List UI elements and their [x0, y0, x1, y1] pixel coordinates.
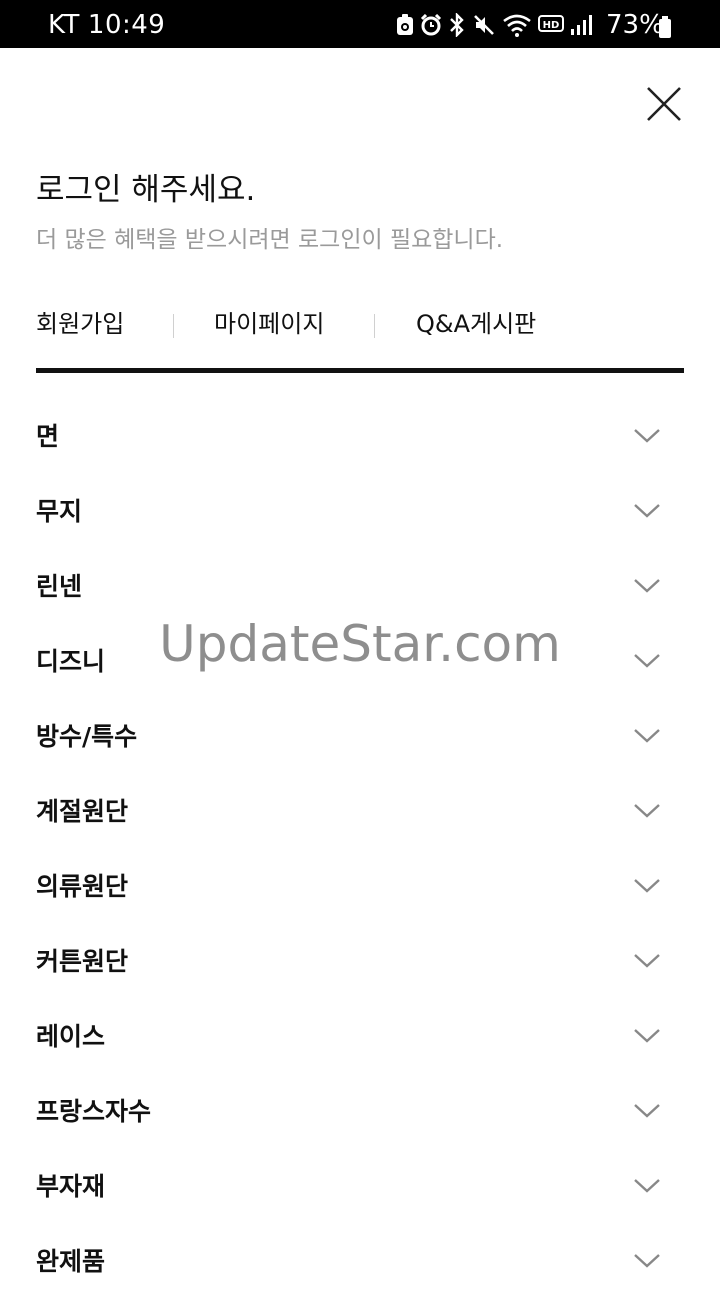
quick-link-separator: [173, 314, 174, 338]
chevron-down-icon[interactable]: [632, 501, 662, 521]
menu-item-lace[interactable]: 레이스: [0, 1000, 720, 1075]
menu-item-label: 부자재: [36, 1172, 106, 1201]
chevron-down-icon[interactable]: [632, 951, 662, 971]
login-prompt-subtitle: 더 많은 혜택을 받으시려면 로그인이 필요합니다.: [36, 227, 504, 253]
menu-item-label: 디즈니: [36, 647, 106, 676]
clock-time: 10:49: [87, 10, 166, 40]
menu-item-french-embroidery[interactable]: 프랑스자수: [0, 1075, 720, 1150]
bluetooth-icon: [448, 13, 466, 37]
menu-item-apparel[interactable]: 의류원단: [0, 850, 720, 925]
svg-text:HD: HD: [543, 20, 560, 31]
menu-item-linen[interactable]: 린넨: [0, 550, 720, 625]
mypage-link[interactable]: 마이페이지: [214, 306, 324, 342]
menu-item-label: 커튼원단: [36, 947, 129, 976]
alarm-icon: [420, 14, 442, 36]
chevron-down-icon[interactable]: [632, 801, 662, 821]
chevron-down-icon[interactable]: [632, 1251, 662, 1271]
chevron-down-icon[interactable]: [632, 726, 662, 746]
chevron-down-icon[interactable]: [632, 1101, 662, 1121]
close-icon: [647, 87, 681, 121]
menu-item-label: 계절원단: [36, 797, 129, 826]
menu-item-label: 린넨: [36, 572, 83, 601]
chevron-down-icon[interactable]: [632, 576, 662, 596]
chevron-down-icon[interactable]: [632, 651, 662, 671]
menu-item-label: 무지: [36, 497, 83, 526]
alert-icon: [396, 14, 414, 36]
menu-item-seasonal[interactable]: 계절원단: [0, 775, 720, 850]
status-left: KT 10:49: [48, 10, 165, 40]
menu-item-waterproof[interactable]: 방수/특수: [0, 700, 720, 775]
quick-links: 회원가입 마이페이지 Q&A게시판: [36, 300, 684, 348]
qna-board-link[interactable]: Q&A게시판: [416, 306, 536, 342]
chevron-down-icon[interactable]: [632, 426, 662, 446]
menu-item-label: 완제품: [36, 1247, 106, 1276]
signal-icon: [570, 14, 592, 36]
battery-icon: [659, 16, 671, 38]
menu-item-curtain[interactable]: 커튼원단: [0, 925, 720, 1000]
status-icons: HD: [396, 12, 598, 38]
menu-item-disney[interactable]: 디즈니: [0, 625, 720, 700]
menu-item-finished-goods[interactable]: 완제품: [0, 1225, 720, 1300]
status-bar: KT 10:49 HD 73%: [0, 0, 720, 48]
signup-link[interactable]: 회원가입: [36, 306, 124, 342]
menu-item-accessories[interactable]: 부자재: [0, 1150, 720, 1225]
carrier-label: KT: [48, 10, 80, 40]
battery-percent: 73%: [606, 10, 664, 40]
menu-item-label: 방수/특수: [36, 722, 138, 751]
menu-item-plain[interactable]: 무지: [0, 475, 720, 550]
quick-link-separator: [374, 314, 375, 338]
category-menu: 면 무지 린넨 디즈니 방수/특수 계절원단 의류원단 커튼원단 레이스 프랑스…: [0, 400, 720, 1280]
login-prompt-title: 로그인 해주세요.: [36, 172, 256, 208]
menu-item-cotton[interactable]: 면: [0, 400, 720, 475]
chevron-down-icon[interactable]: [632, 876, 662, 896]
chevron-down-icon[interactable]: [632, 1176, 662, 1196]
chevron-down-icon[interactable]: [632, 1026, 662, 1046]
menu-item-label: 레이스: [36, 1022, 106, 1051]
header-divider: [36, 368, 684, 373]
wifi-icon: [502, 13, 532, 37]
menu-item-label: 프랑스자수: [36, 1097, 152, 1126]
mute-icon: [472, 13, 496, 37]
hd-icon: HD: [538, 14, 564, 36]
close-button[interactable]: [640, 80, 688, 128]
menu-item-label: 의류원단: [36, 872, 129, 901]
menu-item-label: 면: [36, 422, 60, 451]
